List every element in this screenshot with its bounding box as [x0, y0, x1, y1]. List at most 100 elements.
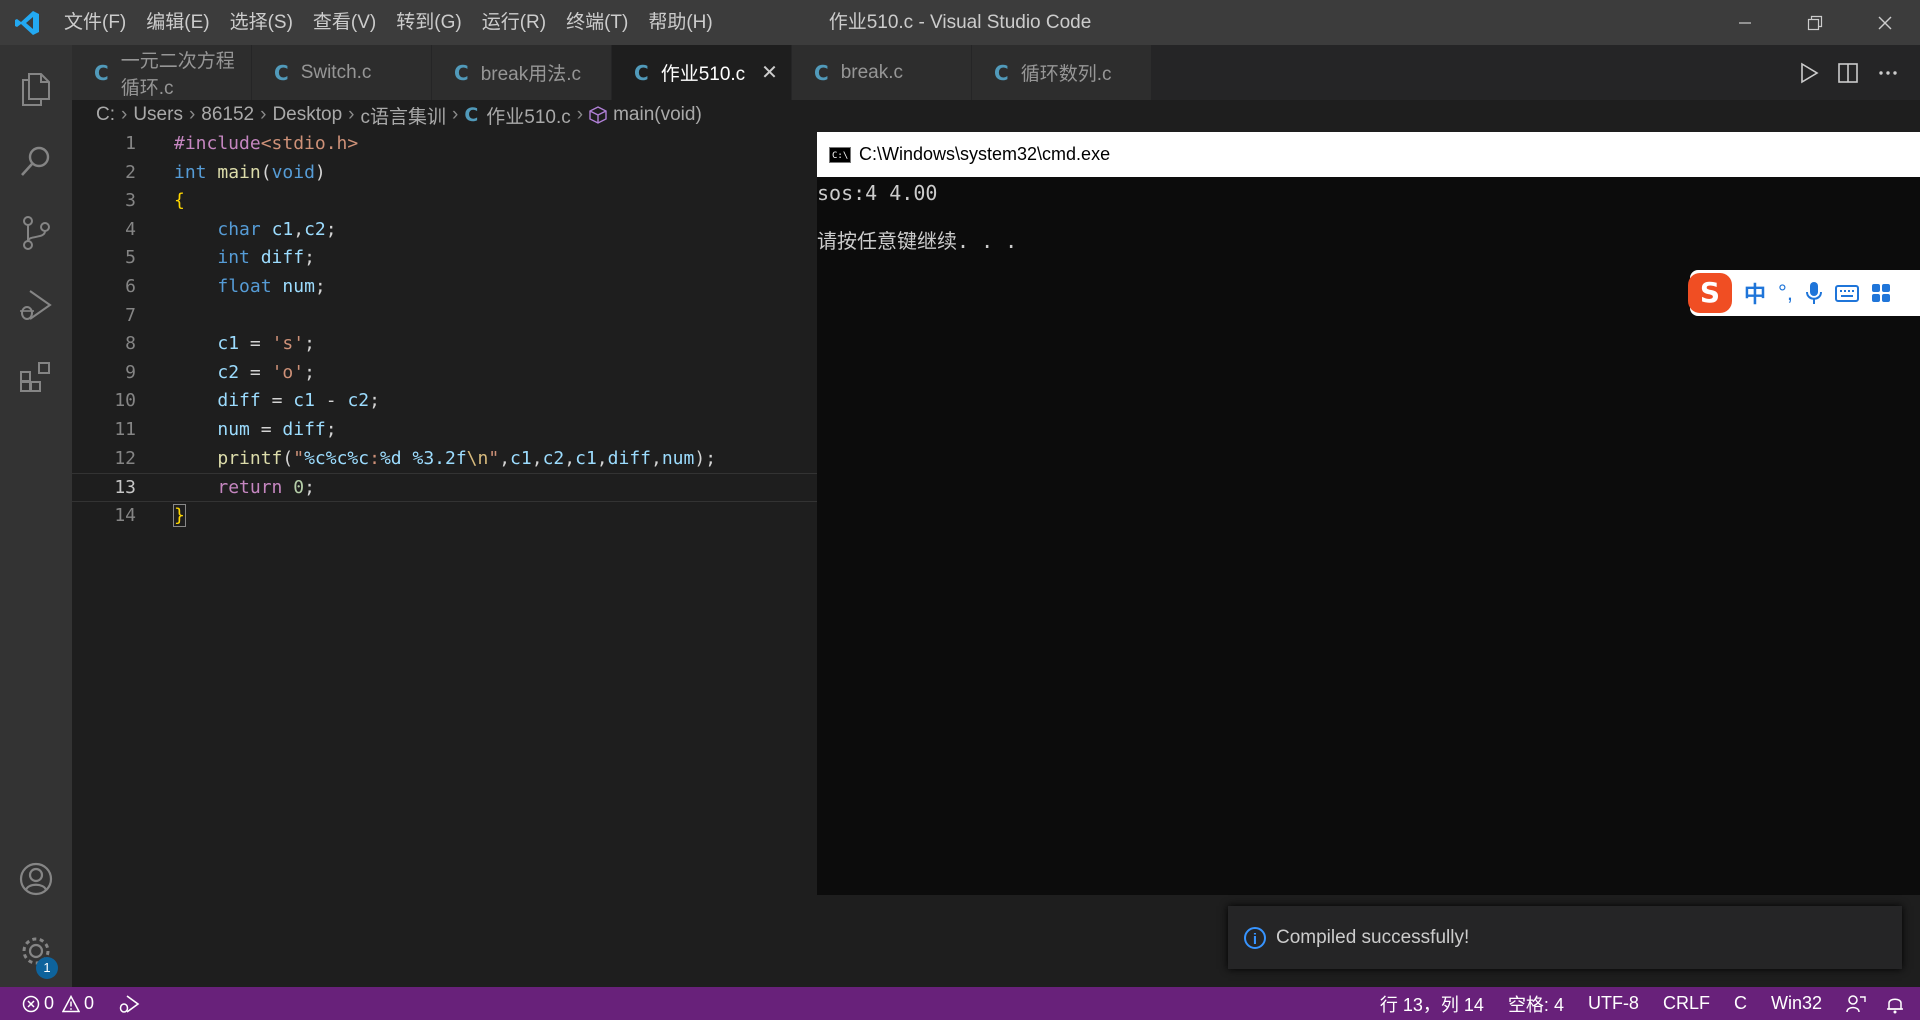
sogou-logo-icon[interactable]: S [1688, 273, 1732, 313]
cursor-position[interactable]: 行 13，列 14 [1380, 991, 1484, 1017]
tab-break[interactable]: C break.c [792, 45, 972, 100]
chevron-right-icon: › [348, 104, 355, 125]
close-window-button[interactable] [1850, 0, 1920, 45]
window-controls [1710, 0, 1920, 45]
line-number: 14 [114, 504, 136, 526]
more-actions-icon[interactable] [1868, 53, 1908, 93]
breadcrumb-folder[interactable]: c语言集训 [360, 102, 446, 129]
tab-label: 作业510.c [660, 64, 746, 85]
menu-selection[interactable]: 选择(S) [220, 0, 303, 45]
indentation[interactable]: 空格: 4 [1508, 991, 1564, 1017]
chevron-right-icon: › [121, 104, 128, 125]
code-line: 1 #include<stdio.h> [72, 130, 817, 159]
menu-help[interactable]: 帮助(H) [638, 0, 722, 45]
line-ending[interactable]: CRLF [1663, 993, 1710, 1014]
console-output-line: 请按任意键继续. . . [817, 229, 1018, 253]
file-encoding[interactable]: UTF-8 [1588, 993, 1639, 1014]
breadcrumb-drive[interactable]: C: [96, 104, 115, 126]
code-line: 14} [72, 502, 817, 531]
tab-label: break用法.c [480, 64, 581, 85]
c-file-icon: C [994, 60, 1009, 85]
source-control-icon[interactable] [0, 197, 72, 269]
breadcrumb-symbol[interactable]: main(void) [613, 104, 702, 126]
tab-switch[interactable]: C Switch.c [252, 45, 432, 100]
menu-go[interactable]: 转到(G) [386, 0, 471, 45]
settings-badge: 1 [36, 957, 58, 979]
breadcrumb-desktop[interactable]: Desktop [272, 104, 342, 126]
split-editor-icon[interactable] [1828, 53, 1868, 93]
console-title-bar[interactable]: C:\ C:\Windows\system32\cmd.exe [817, 132, 1920, 177]
cmd-console-window[interactable]: C:\ C:\Windows\system32\cmd.exe sos:4 4.… [817, 132, 1920, 895]
chevron-right-icon: › [576, 104, 584, 125]
debug-launch-icon[interactable] [118, 994, 140, 1014]
vscode-logo-icon [0, 0, 54, 45]
breadcrumb-user[interactable]: 86152 [201, 104, 254, 126]
c-file-icon: C [814, 60, 829, 85]
code-line-current: 13 return 0; [72, 473, 817, 502]
line-number: 13 [114, 477, 136, 499]
tab-label: 循环数列.c [1020, 64, 1112, 85]
run-debug-icon[interactable] [0, 269, 72, 341]
notification-message: Compiled successfully! [1276, 926, 1470, 948]
code-line: 7 [72, 302, 817, 331]
tab-loop-sequence[interactable]: C 循环数列.c [972, 45, 1152, 100]
line-number: 2 [125, 161, 136, 183]
tab-homework510[interactable]: C 作业510.c ✕ [612, 45, 792, 100]
settings-gear-icon[interactable]: 1 [0, 915, 72, 987]
menu-file[interactable]: 文件(F) [54, 0, 136, 45]
platform-config[interactable]: Win32 [1771, 993, 1822, 1014]
console-title: C:\Windows\system32\cmd.exe [859, 144, 1111, 164]
tab-quadratic-loop[interactable]: C 一元二次方程循环.c [72, 45, 252, 100]
info-icon: i [1244, 926, 1266, 949]
menu-edit[interactable]: 编辑(E) [136, 0, 219, 45]
ime-toolbar[interactable]: S 中 °, [1688, 270, 1920, 316]
line-number: 4 [125, 218, 136, 240]
microphone-icon[interactable] [1805, 281, 1823, 305]
warning-icon [62, 994, 81, 1013]
language-mode[interactable]: C [1734, 993, 1747, 1014]
keyboard-icon[interactable] [1834, 283, 1859, 303]
line-number: 11 [114, 418, 136, 440]
minimize-button[interactable] [1710, 0, 1780, 45]
chevron-right-icon: › [452, 104, 459, 125]
chevron-right-icon: › [188, 104, 196, 125]
code-editor[interactable]: 1 #include<stdio.h> 2 int main(void) 3{ 4 … [72, 130, 817, 530]
status-bar: 0 0 行 13，列 14 空格: 4 UTF-8 CRLF C Win32 [0, 987, 1920, 1020]
notification-toast[interactable]: i Compiled successfully! [1228, 906, 1902, 969]
console-output-line: sos:4 4.00 [817, 181, 938, 205]
problems-indicator[interactable]: 0 0 [22, 993, 94, 1014]
code-line: 3{ [72, 187, 817, 216]
breadcrumb-users[interactable]: Users [133, 104, 183, 126]
c-file-icon: C [634, 60, 649, 85]
activity-bar: 1 [0, 45, 72, 987]
close-tab-icon[interactable]: ✕ [761, 60, 778, 85]
tab-label: Switch.c [300, 61, 372, 83]
feedback-icon[interactable] [1846, 994, 1866, 1014]
ime-punctuation-toggle[interactable]: °, [1778, 280, 1793, 306]
extensions-icon[interactable] [0, 341, 72, 413]
menu-view[interactable]: 查看(V) [303, 0, 386, 45]
line-number: 5 [125, 247, 136, 269]
code-line: 4 char c1,c2; [72, 216, 817, 245]
tab-break-usage[interactable]: C break用法.c [432, 45, 612, 100]
code-line: 8 c1 = 's'; [72, 330, 817, 359]
code-line: 2 int main(void) [72, 159, 817, 188]
line-number: 3 [125, 190, 136, 212]
code-line: 10 diff = c1 - c2; [72, 387, 817, 416]
notifications-bell-icon[interactable] [1886, 994, 1904, 1014]
menu-run[interactable]: 运行(R) [472, 0, 556, 45]
breadcrumb-file[interactable]: 作业510.c [486, 102, 570, 129]
line-number: 7 [125, 304, 136, 326]
cmd-icon: C:\ [829, 146, 851, 163]
title-bar: 文件(F) 编辑(E) 选择(S) 查看(V) 转到(G) 运行(R) 终端(T… [0, 0, 1920, 45]
search-icon[interactable] [0, 125, 72, 197]
menu-terminal[interactable]: 终端(T) [556, 0, 638, 45]
run-code-icon[interactable] [1788, 53, 1828, 93]
ime-mode-toggle[interactable]: 中 [1744, 277, 1766, 309]
restore-button[interactable] [1780, 0, 1850, 45]
editor-actions [1788, 45, 1908, 100]
line-number: 8 [125, 333, 136, 355]
account-icon[interactable] [0, 843, 72, 915]
toolbox-grid-icon[interactable] [1871, 283, 1891, 303]
explorer-icon[interactable] [0, 53, 72, 125]
